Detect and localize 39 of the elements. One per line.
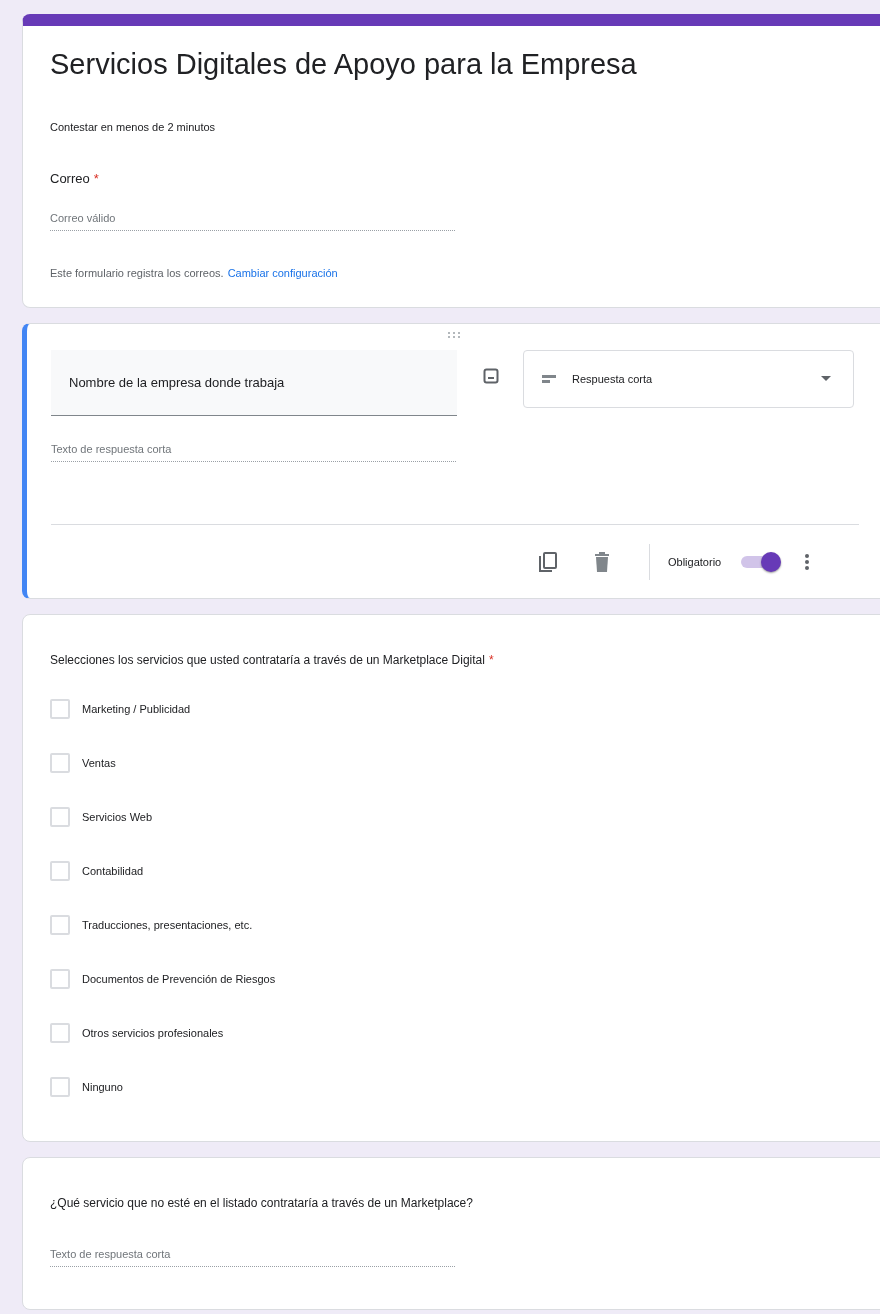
drag-handle-icon[interactable] bbox=[447, 332, 461, 338]
checkbox[interactable] bbox=[50, 1023, 70, 1043]
option-label: Otros servicios profesionales bbox=[82, 1027, 224, 1039]
form-description: Contestar en menos de 2 minutos bbox=[50, 121, 217, 133]
copy-icon[interactable] bbox=[539, 552, 557, 572]
option-label: Contabilidad bbox=[82, 865, 144, 877]
question-title-field[interactable]: Nombre de la empresa donde trabaja bbox=[51, 350, 457, 416]
required-mark: * bbox=[93, 171, 99, 186]
short-text-icon bbox=[542, 375, 556, 383]
option-label: Ninguno bbox=[82, 1081, 123, 1093]
option-label: Traducciones, presentaciones, etc. bbox=[82, 919, 253, 931]
image-icon[interactable] bbox=[483, 368, 499, 384]
required-toggle[interactable] bbox=[739, 552, 782, 572]
option-label: Servicios Web bbox=[82, 811, 153, 823]
caret-icon bbox=[821, 376, 831, 382]
option-label: Ventas bbox=[82, 757, 116, 769]
question-type-dropdown[interactable]: Respuesta corta bbox=[523, 350, 854, 408]
checkbox[interactable] bbox=[50, 699, 70, 719]
more-options-icon[interactable] bbox=[805, 554, 810, 570]
answer-field[interactable]: Texto de respuesta corta bbox=[50, 1248, 455, 1267]
checkbox[interactable] bbox=[50, 969, 70, 989]
trash-icon[interactable] bbox=[593, 552, 611, 572]
checkbox[interactable] bbox=[50, 915, 70, 935]
email-field[interactable]: Correo válido bbox=[50, 212, 455, 231]
required-mark: * bbox=[488, 653, 494, 667]
option-label: Marketing / Publicidad bbox=[82, 703, 191, 715]
change-settings-link[interactable]: Cambiar configuración bbox=[227, 267, 338, 279]
checkbox[interactable] bbox=[50, 861, 70, 881]
question-title: Selecciones los servicios que usted contrataría a través de un Marketplace Digital bbox=[50, 653, 485, 667]
question-title: ¿Qué servicio que no esté en el listado contrataría a través de un Marketplace? bbox=[50, 1196, 473, 1210]
answer-field[interactable]: Texto de respuesta corta bbox=[51, 443, 456, 462]
checkbox[interactable] bbox=[50, 1077, 70, 1097]
option-label: Documentos de Prevención de Riesgos bbox=[82, 973, 276, 985]
email-note: Este formulario registra los correos. bbox=[50, 267, 224, 279]
checkbox[interactable] bbox=[50, 753, 70, 773]
required-label: Obligatorio bbox=[668, 556, 722, 568]
form-title: Servicios Digitales de Apoyo para la Empresa bbox=[50, 48, 638, 81]
email-label: Correo bbox=[50, 171, 90, 186]
checkbox[interactable] bbox=[50, 807, 70, 827]
